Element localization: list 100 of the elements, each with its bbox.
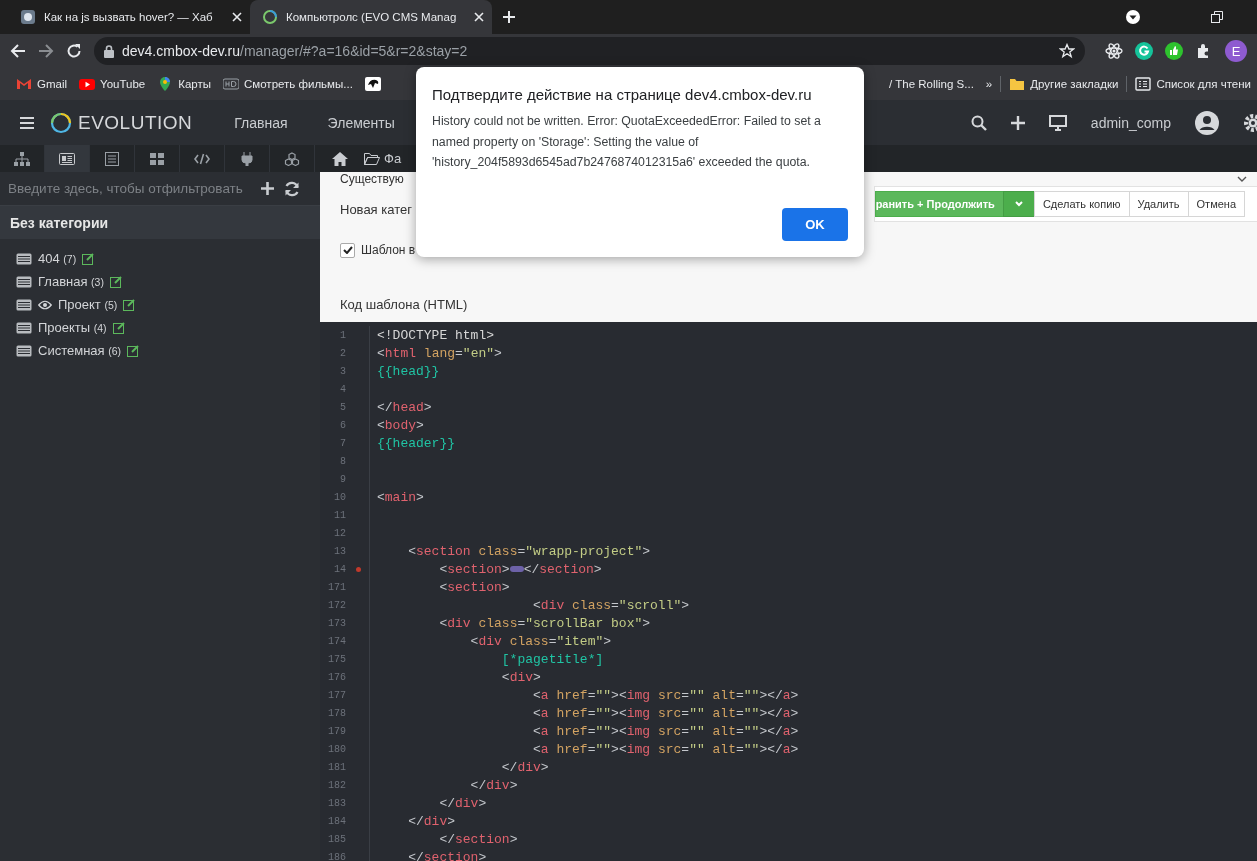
action-button[interactable]: Сделать копию <box>1033 191 1130 217</box>
template-icon <box>16 298 32 311</box>
nav-link[interactable]: Главная <box>234 110 288 135</box>
line-number: 172 <box>328 599 346 611</box>
atom-icon[interactable] <box>1105 42 1123 60</box>
action-button[interactable]: Удалить <box>1128 191 1189 217</box>
list-icon[interactable] <box>1135 76 1152 92</box>
browser-tab[interactable]: Компьютролс (EVO CMS Manag <box>250 0 492 34</box>
caret-icon <box>1014 201 1023 207</box>
chevron-down-icon[interactable] <box>1237 176 1247 182</box>
plug-icon <box>239 151 255 166</box>
app-logo-text: EVOLUTION <box>78 111 193 134</box>
browser-tab[interactable]: Как на js вызвать hover? — Хаб <box>8 0 250 34</box>
lock-icon <box>104 44 114 58</box>
address-bar[interactable]: dev4.cmbox-dev.ru/manager/#?a=16&id=5&r=2&stay=2 <box>94 37 1085 65</box>
plus-icon[interactable] <box>1010 115 1025 130</box>
user-name[interactable]: admin_comp <box>1090 114 1171 131</box>
code-line: <!DOCTYPE html> <box>377 327 495 343</box>
line-number: 174 <box>328 635 346 647</box>
edit-icon[interactable] <box>123 298 136 311</box>
bookmark-label[interactable]: Смотреть фильмы... <box>244 78 353 90</box>
code-line: [*pagetitle*] <box>500 651 604 667</box>
reload-icon[interactable] <box>66 43 82 59</box>
folder-icon[interactable] <box>1009 76 1026 92</box>
edit-icon[interactable] <box>82 252 95 265</box>
action-button[interactable]: Отмена <box>1187 191 1245 217</box>
bookmark-label[interactable]: YouTube <box>100 78 146 90</box>
line-number: 175 <box>328 653 346 665</box>
ok-button[interactable]: OK <box>782 208 848 241</box>
extension-circle-icon[interactable] <box>1135 42 1153 60</box>
template-icon <box>16 252 32 265</box>
star-icon[interactable] <box>1059 43 1075 59</box>
cubes-icon <box>284 151 300 166</box>
download-circle-icon[interactable] <box>1125 9 1141 25</box>
code-line: <html lang="en"> <box>377 345 502 361</box>
user-avatar-icon[interactable] <box>1195 110 1219 135</box>
template-link[interactable]: Проект (5) <box>58 297 118 312</box>
close-icon[interactable] <box>232 12 242 22</box>
line-number: 179 <box>328 725 346 737</box>
search-icon[interactable] <box>970 114 987 131</box>
bookmark-label[interactable]: Карты <box>178 78 211 90</box>
code-line: </section> <box>438 831 518 847</box>
plus-icon[interactable] <box>261 182 274 195</box>
line-number: 182 <box>328 779 346 791</box>
refresh-icon[interactable] <box>284 180 300 197</box>
line-number: 181 <box>328 761 346 773</box>
url-text: dev4.cmbox-dev.ru/manager/#?a=16&id=5&r=2&stay=2 <box>122 43 469 59</box>
code-line: <section> <box>438 561 510 577</box>
close-icon[interactable] <box>474 12 484 22</box>
filter-field[interactable]: Введите здесь, чтобы отфильтровать <box>8 181 251 196</box>
sidebar-tab[interactable] <box>45 145 90 172</box>
template-link[interactable]: 404 (7) <box>38 251 77 266</box>
bird-icon[interactable] <box>364 76 381 92</box>
thumbs-up-icon[interactable] <box>1165 42 1183 60</box>
forward-icon[interactable] <box>38 43 54 59</box>
edit-icon[interactable] <box>127 344 140 357</box>
line-number: 4 <box>340 383 346 395</box>
profile-avatar[interactable]: E <box>1225 40 1247 62</box>
bookmark-label[interactable]: Другие закладки <box>1030 78 1119 90</box>
bookmark-label[interactable]: Список для чтени <box>1156 78 1251 90</box>
menu-icon[interactable] <box>20 116 34 129</box>
main-tab[interactable]: Фа <box>354 145 412 172</box>
line-number: 6 <box>340 419 346 431</box>
code-line: </section> <box>523 561 602 577</box>
site-icon <box>20 9 36 25</box>
line-number: 184 <box>328 815 346 827</box>
line-number: 10 <box>334 491 346 503</box>
home-icon[interactable] <box>332 151 348 166</box>
template-link[interactable]: Проекты (4) <box>38 320 107 335</box>
template-link[interactable]: Системная (6) <box>38 343 122 358</box>
code-line: <div class="item"> <box>469 633 612 649</box>
monitor-icon[interactable] <box>1048 114 1067 131</box>
code-line: </head> <box>377 399 432 415</box>
mail-icon[interactable] <box>16 76 32 92</box>
code-line: </section> <box>407 849 487 861</box>
line-number: 12 <box>334 527 346 539</box>
template-link[interactable]: Главная (3) <box>38 274 104 289</box>
back-icon[interactable] <box>10 43 26 59</box>
line-number: 186 <box>328 851 346 861</box>
new-tab-icon[interactable] <box>502 10 516 24</box>
hd-icon[interactable] <box>223 76 239 92</box>
play-icon[interactable] <box>79 76 96 92</box>
code-line: <a href=""><img src="" alt=""></a> <box>532 705 799 721</box>
nav-link[interactable]: Элементы <box>327 110 395 135</box>
newspaper-icon <box>59 151 75 166</box>
bookmarks-overflow[interactable]: » <box>979 71 999 97</box>
code-line: <a href=""><img src="" alt=""></a> <box>532 687 799 703</box>
bookmark[interactable]: / The Rolling S... <box>883 71 980 97</box>
settings-icon[interactable] <box>1243 113 1257 132</box>
checkbox[interactable] <box>340 242 355 258</box>
code-line: {{header}} <box>377 435 455 451</box>
bookmark-label[interactable]: Gmail <box>37 78 68 90</box>
code-line: <body> <box>377 417 424 433</box>
edit-icon[interactable] <box>112 321 125 334</box>
restore-icon[interactable] <box>1211 11 1223 23</box>
line-number: 5 <box>340 401 346 413</box>
fold-marker[interactable] <box>509 566 524 572</box>
checkbox-label: Шаблон в <box>361 243 416 257</box>
category-header[interactable]: Без категории <box>0 206 320 239</box>
edit-icon[interactable] <box>109 275 122 288</box>
